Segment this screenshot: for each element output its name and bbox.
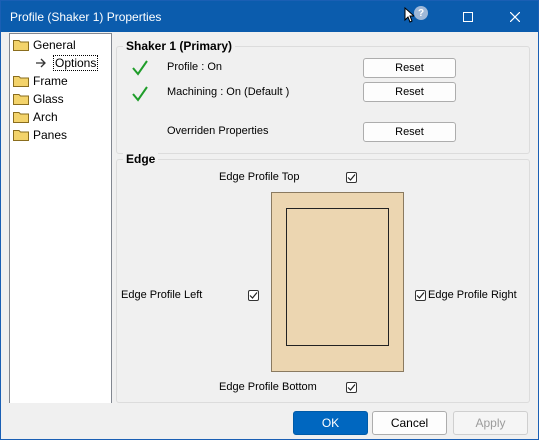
profile-status-label: Profile : On	[167, 61, 223, 73]
arrow-right-icon	[36, 58, 46, 67]
shaker-group-title: Shaker 1 (Primary)	[123, 39, 236, 53]
edge-top-label: Edge Profile Top	[219, 171, 300, 183]
maximize-icon	[463, 11, 473, 22]
edge-right-checkbox[interactable]	[415, 290, 426, 301]
machining-status-label: Machining : On (Default )	[167, 86, 290, 98]
close-icon	[510, 11, 520, 22]
tree-item-glass[interactable]: Glass	[13, 90, 64, 107]
tree-item-label: Arch	[33, 109, 58, 124]
folder-icon	[13, 111, 29, 123]
folder-icon	[13, 93, 29, 105]
tree-item-label: Options	[53, 54, 99, 71]
apply-button[interactable]: Apply	[453, 411, 528, 435]
folder-icon	[13, 39, 29, 51]
edge-group-title: Edge	[123, 152, 159, 166]
help-icon: ?	[414, 6, 428, 20]
check-icon	[132, 60, 148, 76]
cancel-button[interactable]: Cancel	[372, 411, 447, 435]
folder-icon	[13, 75, 29, 87]
close-button[interactable]	[492, 1, 538, 32]
title-bar[interactable]: Profile (Shaker 1) Properties ?	[1, 1, 538, 32]
reset-overriden-button[interactable]: Reset	[363, 122, 456, 142]
tree-item-panes[interactable]: Panes	[13, 126, 67, 143]
tree-item-label: General	[33, 37, 76, 52]
edge-top-checkbox[interactable]	[346, 172, 357, 183]
checkmark-icon	[416, 292, 425, 299]
maximize-button[interactable]	[445, 1, 491, 32]
overriden-properties-label: Overriden Properties	[167, 125, 269, 137]
pointer-cursor-icon	[404, 7, 414, 23]
tree-item-arch[interactable]: Arch	[13, 108, 58, 125]
checkmark-icon	[347, 384, 356, 391]
window-title: Profile (Shaker 1) Properties	[10, 10, 162, 24]
checkmark-icon	[347, 174, 356, 181]
tree-item-label: Panes	[33, 127, 68, 142]
edge-left-label: Edge Profile Left	[121, 289, 203, 301]
reset-profile-button[interactable]: Reset	[363, 58, 456, 78]
tree-item-label: Frame	[33, 73, 68, 88]
category-tree[interactable]: General Options Frame Glass Arch Panes	[9, 33, 112, 404]
tree-item-frame[interactable]: Frame	[13, 72, 68, 89]
tree-item-label: Glass	[33, 91, 64, 106]
tree-item-options[interactable]: Options	[36, 54, 99, 71]
properties-dialog: Profile (Shaker 1) Properties ? General …	[0, 0, 539, 440]
reset-machining-button[interactable]: Reset	[363, 82, 456, 102]
check-icon	[132, 86, 148, 102]
folder-icon	[13, 129, 29, 141]
ok-button[interactable]: OK	[293, 411, 368, 435]
checkmark-icon	[249, 292, 258, 299]
help-button[interactable]: ?	[398, 1, 444, 32]
edge-right-label: Edge Profile Right	[428, 289, 517, 301]
tree-item-general[interactable]: General	[13, 36, 76, 53]
edge-bottom-label: Edge Profile Bottom	[219, 381, 317, 393]
edge-bottom-checkbox[interactable]	[346, 382, 357, 393]
door-panel	[286, 208, 389, 346]
door-preview	[271, 192, 404, 372]
edge-left-checkbox[interactable]	[248, 290, 259, 301]
